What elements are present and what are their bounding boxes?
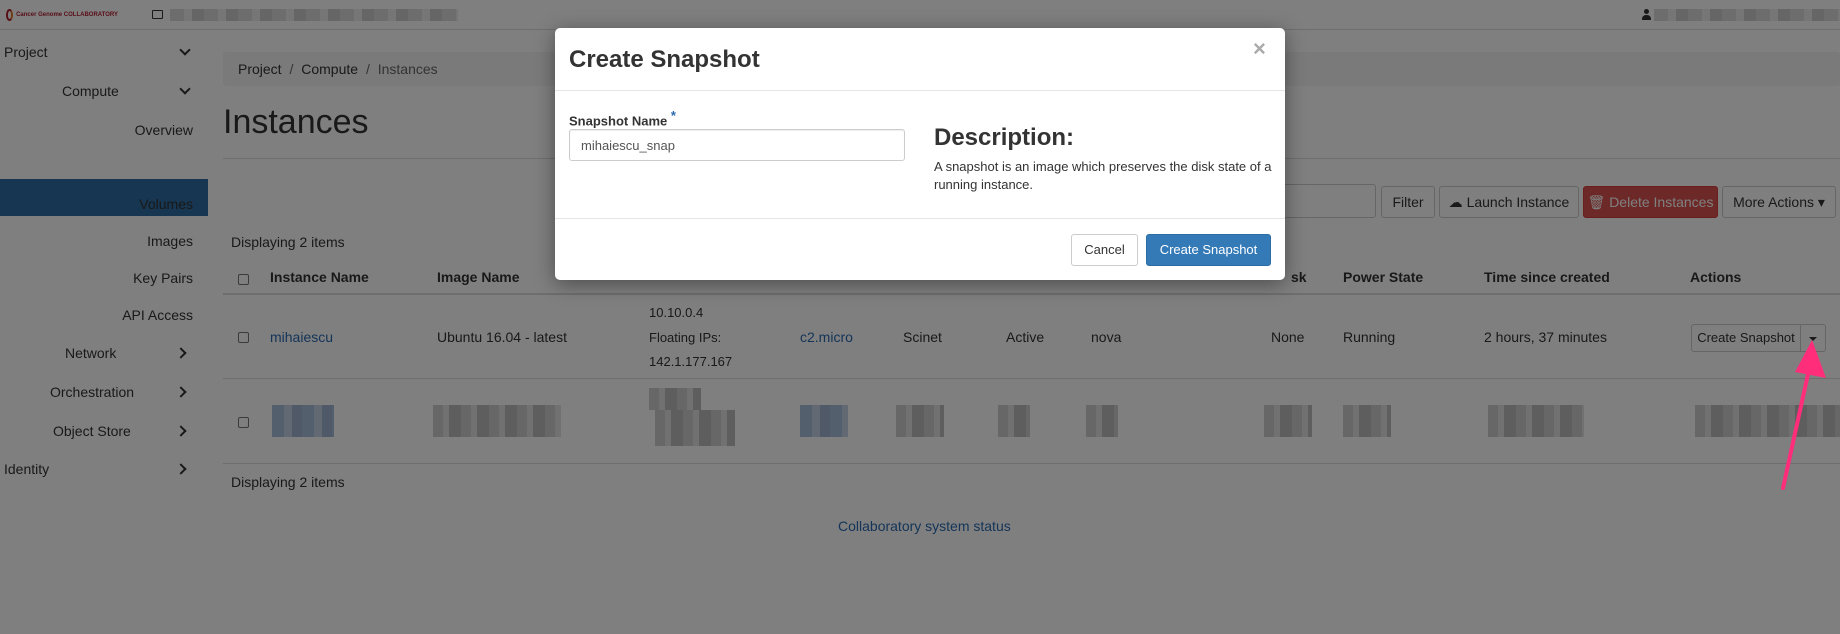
modal-header-divider (555, 90, 1285, 91)
create-snapshot-submit-button[interactable]: Create Snapshot (1146, 234, 1271, 266)
create-snapshot-modal: Create Snapshot × Snapshot Name * Descri… (555, 28, 1285, 280)
snapshot-name-input[interactable] (569, 129, 905, 161)
snapshot-name-label-text: Snapshot Name (569, 113, 668, 129)
description-text: A snapshot is an image which preserves t… (934, 159, 1272, 192)
close-icon[interactable]: × (1253, 38, 1266, 60)
cancel-button-label: Cancel (1084, 242, 1125, 257)
modal-title: Create Snapshot (569, 46, 760, 73)
required-marker: * (670, 108, 676, 123)
modal-footer-divider (555, 218, 1285, 219)
description-title: Description: (934, 124, 1075, 151)
snapshot-name-label: Snapshot Name * (569, 108, 676, 128)
cancel-button[interactable]: Cancel (1071, 234, 1138, 266)
annotation-arrow-icon (1781, 340, 1826, 490)
create-snapshot-submit-label: Create Snapshot (1159, 242, 1258, 257)
